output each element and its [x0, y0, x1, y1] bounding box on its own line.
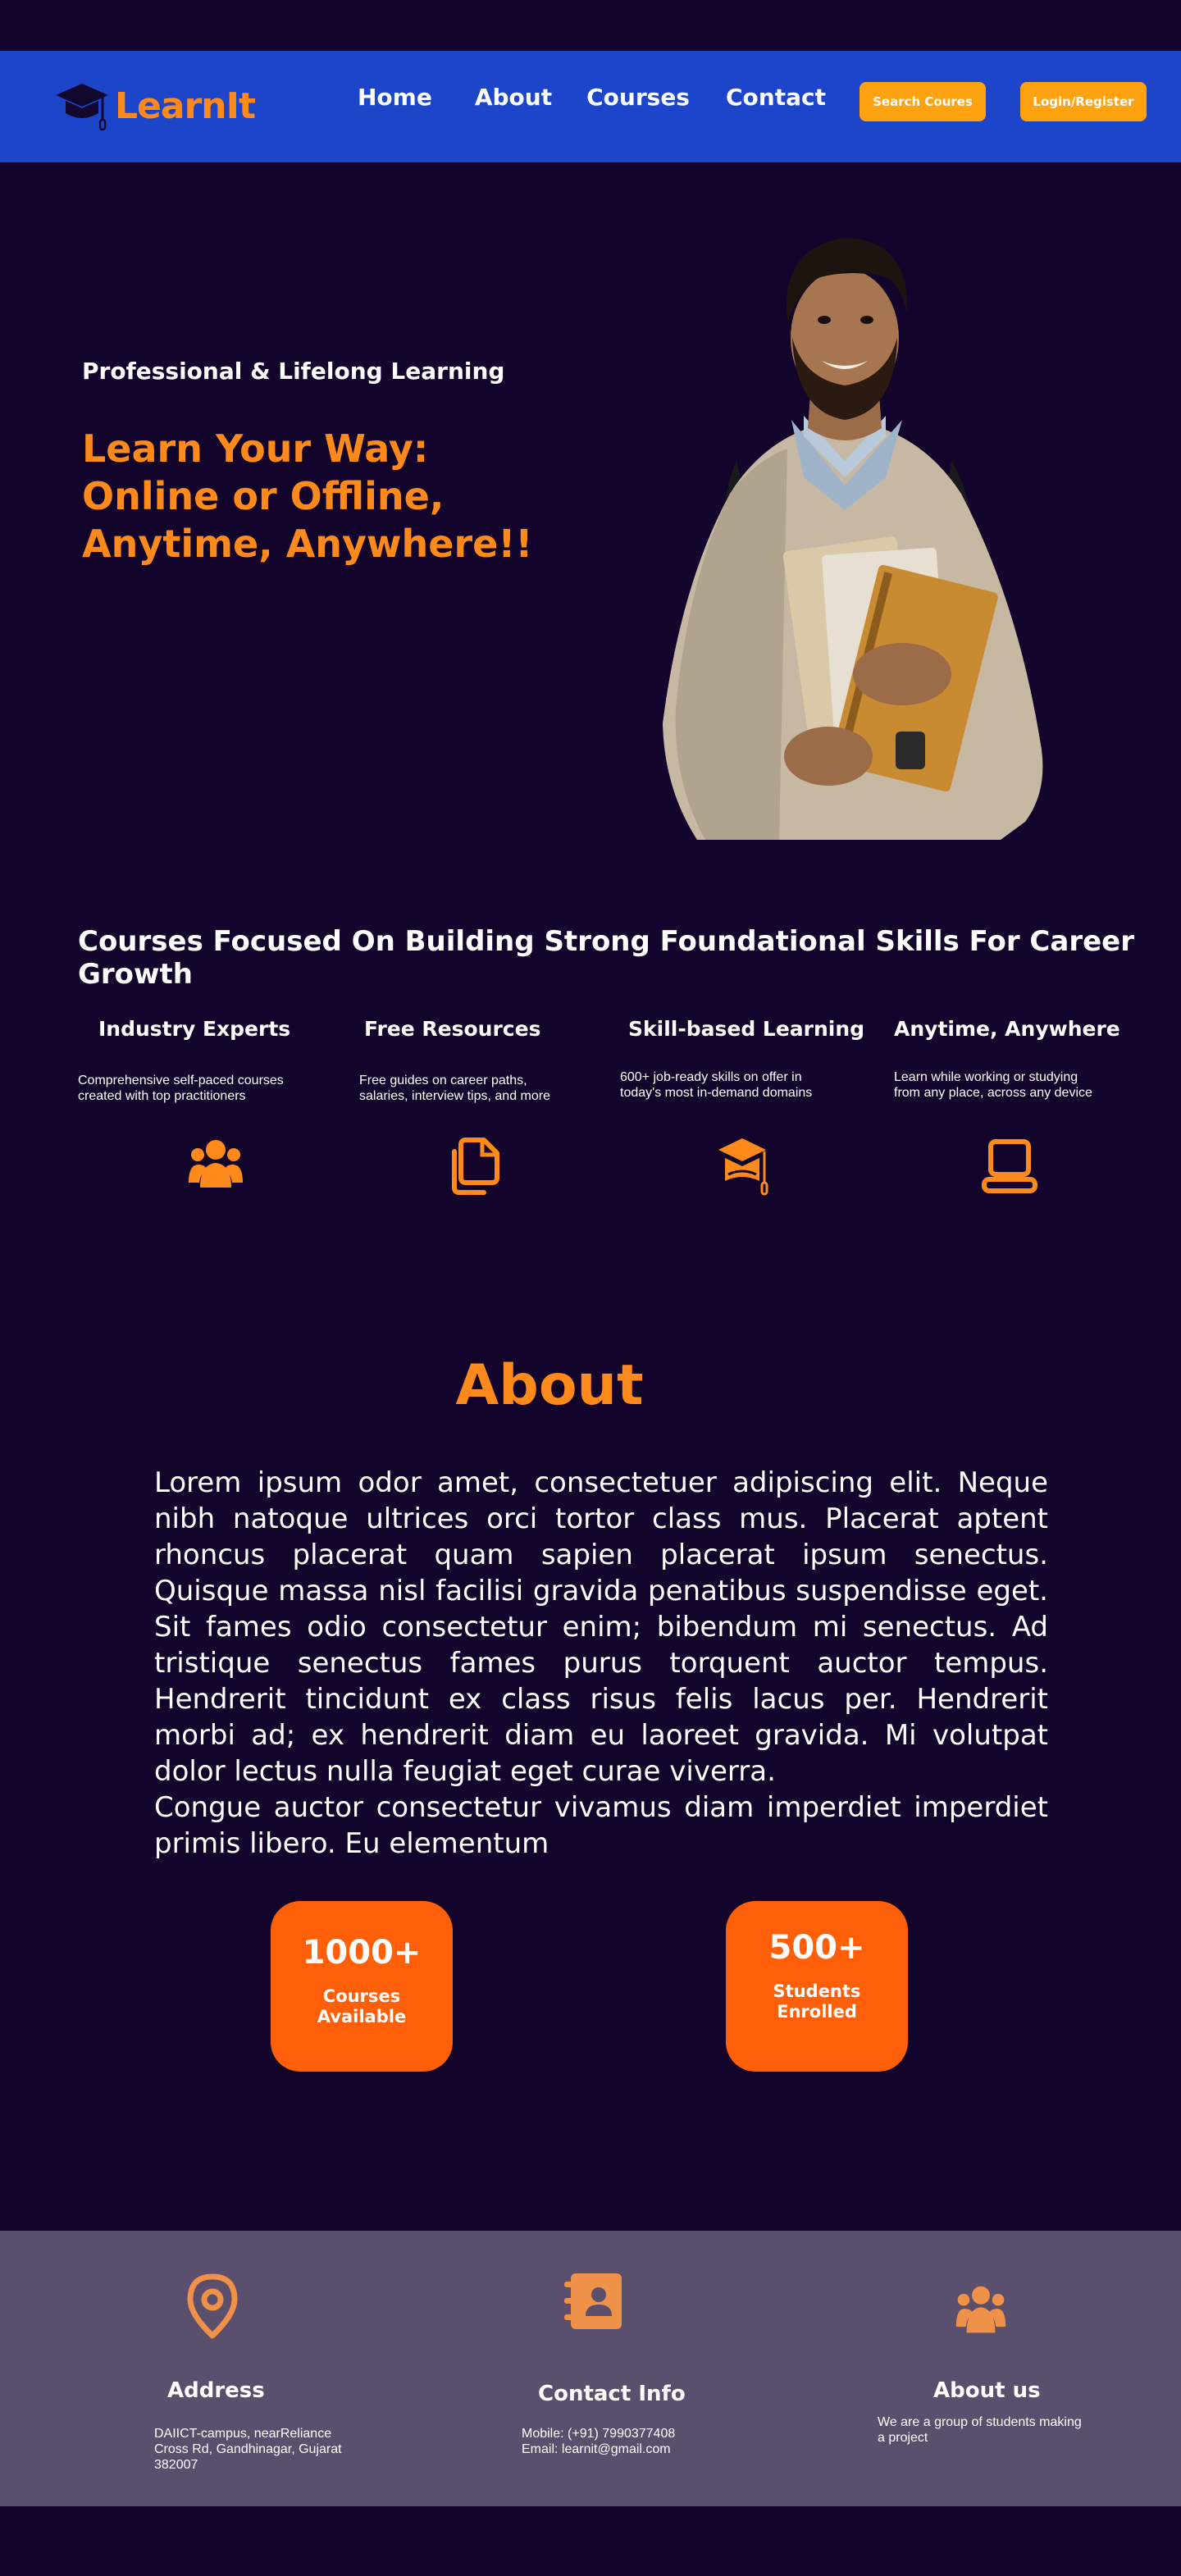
- footer-address-line: Cross Rd, Gandhinagar, Gujarat: [154, 2442, 342, 2456]
- feature-title: Anytime, Anywhere: [894, 1017, 1120, 1041]
- feature-desc-line: from any place, across any device: [894, 1086, 1092, 1100]
- footer-address-line: 382007: [154, 2458, 198, 2472]
- feature-title: Free Resources: [364, 1017, 541, 1041]
- about-paragraph: Lorem ipsum odor amet, consectetuer adip…: [154, 1466, 1048, 1788]
- footer: Address DAIICT-campus, nearReliance Cros…: [0, 2231, 1181, 2506]
- logo[interactable]: LearnIt: [54, 79, 256, 133]
- feature-description: 600+ job-ready skills on offer in today'…: [620, 1069, 858, 1101]
- stat-card-courses: 1000+ Courses Available: [271, 1901, 453, 2072]
- graduation-cap-icon: [56, 84, 108, 131]
- feature-card: Skill-based Learning 600+ job-ready skil…: [620, 1017, 874, 1196]
- feature-desc-line: created with top practitioners: [78, 1089, 246, 1103]
- hero-subtitle: Professional & Lifelong Learning: [82, 358, 505, 385]
- feature-card: Industry Experts Comprehensive self-pace…: [78, 1017, 344, 1188]
- footer-contact-line: Email: learnit@gmail.com: [522, 2442, 671, 2456]
- feature-desc-line: Free guides on career paths,: [359, 1074, 527, 1087]
- footer-contact-title: Contact Info: [538, 2382, 686, 2406]
- nav-courses[interactable]: Courses: [586, 84, 690, 111]
- stat-label-line: Available: [317, 2007, 407, 2027]
- feature-description: Comprehensive self-paced courses created…: [78, 1073, 316, 1104]
- stat-label: Students Enrolled: [726, 1981, 908, 2022]
- feature-desc-line: 600+ job-ready skills on offer in: [620, 1070, 802, 1084]
- top-spacer: [0, 0, 1181, 51]
- hero-title-line: Online or Offline,: [82, 474, 445, 518]
- hero-title-line: Learn Your Way:: [82, 426, 429, 471]
- footer-about-title: About us: [933, 2378, 1041, 2403]
- about-title: About: [455, 1353, 644, 1418]
- feature-desc-line: Comprehensive self-paced courses: [78, 1074, 284, 1087]
- stat-label-line: Students: [773, 1981, 861, 2001]
- footer-contact-text: Mobile: (+91) 7990377408 Email: learnit@…: [522, 2426, 784, 2457]
- search-courses-button[interactable]: Search Coures: [860, 82, 986, 121]
- about-text: Lorem ipsum odor amet, consectetuer adip…: [154, 1465, 1048, 1862]
- feature-card: Free Resources Free guides on career pat…: [359, 1017, 610, 1195]
- feature-desc-line: Learn while working or studying: [894, 1070, 1078, 1084]
- footer-about-line: We are a group of students making: [878, 2415, 1082, 2429]
- feature-title: Industry Experts: [98, 1017, 291, 1041]
- stat-value: 1000+: [302, 1934, 422, 1972]
- hero-title: Learn Your Way: Online or Offline, Anyti…: [82, 425, 541, 568]
- stat-label-line: Courses: [322, 1986, 401, 2006]
- contact-book-icon: [564, 2273, 622, 2329]
- location-pin-icon: [187, 2273, 238, 2339]
- feature-card: Anytime, Anywhere Learn while working or…: [894, 1017, 1140, 1193]
- footer-about-text: We are a group of students making a proj…: [878, 2414, 1124, 2446]
- navbar: LearnIt Home About Courses Contact Searc…: [0, 51, 1181, 162]
- footer-address-text: DAIICT-campus, nearReliance Cross Rd, Ga…: [154, 2426, 400, 2473]
- feature-desc-line: today's most in-demand domains: [620, 1086, 813, 1100]
- stat-card-students: 500+ Students Enrolled: [726, 1901, 908, 2072]
- stat-label-line: Enrolled: [777, 2002, 857, 2022]
- feature-description: Learn while working or studying from any…: [894, 1069, 1132, 1101]
- nav-links: Home About Courses Contact: [358, 84, 826, 111]
- nav-contact[interactable]: Contact: [726, 84, 826, 111]
- copy-icon: [452, 1138, 499, 1195]
- stat-value: 500+: [768, 1929, 865, 1967]
- features-heading: Courses Focused On Building Strong Found…: [78, 925, 1134, 991]
- login-register-button[interactable]: Login/Register: [1020, 82, 1147, 121]
- feature-description: Free guides on career paths, salaries, i…: [359, 1073, 597, 1104]
- footer-contact-line: Mobile: (+91) 7990377408: [522, 2427, 676, 2441]
- footer-address-title: Address: [167, 2378, 265, 2403]
- laptop-icon: [982, 1139, 1037, 1193]
- brand-name: LearnIt: [115, 84, 256, 127]
- nav-about[interactable]: About: [475, 84, 552, 111]
- feature-title: Skill-based Learning: [628, 1017, 865, 1041]
- nav-home[interactable]: Home: [358, 84, 432, 111]
- hero-title-line: Anytime, Anywhere!!: [82, 522, 533, 566]
- graduation-book-icon: [718, 1138, 768, 1196]
- stat-label: Courses Available: [271, 1986, 453, 2027]
- footer-address-line: DAIICT-campus, nearReliance: [154, 2427, 332, 2441]
- about-paragraph: Congue auctor consectetur vivamus diam i…: [154, 1791, 1048, 1860]
- users-icon: [189, 1140, 243, 1188]
- footer-about-line: a project: [878, 2431, 928, 2445]
- users-icon: [955, 2286, 1006, 2333]
- feature-desc-line: salaries, interview tips, and more: [359, 1089, 550, 1103]
- student-photo: [663, 238, 1043, 840]
